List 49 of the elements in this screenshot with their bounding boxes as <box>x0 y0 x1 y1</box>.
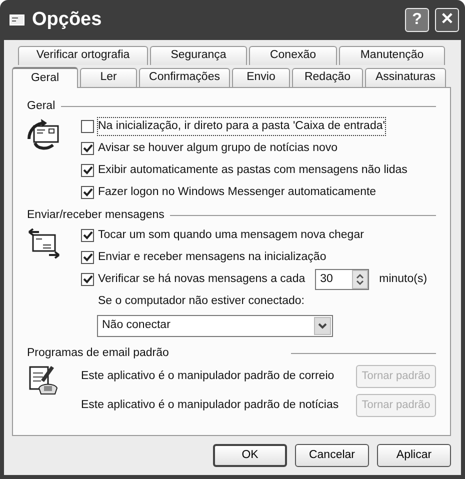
checkbox[interactable] <box>81 229 94 242</box>
checkbox[interactable] <box>81 142 94 155</box>
tab[interactable]: Manutenção <box>339 46 445 65</box>
checkbox-label: Na inicialização, ir direto para a pasta 'Caixa de entrada' <box>98 118 385 135</box>
section-title: Enviar/receber mensagens <box>27 208 164 224</box>
tab[interactable]: Ler <box>80 68 137 87</box>
checkbox[interactable] <box>81 120 94 133</box>
number-spinner[interactable]: 30 <box>315 269 370 290</box>
check-icon <box>82 164 93 176</box>
send-receive-icon <box>27 226 61 260</box>
close-button[interactable]: ✕ <box>435 8 459 32</box>
checkbox-label: Enviar e receber mensagens na inicialização <box>98 250 326 265</box>
unit-label: minuto(s) <box>379 272 428 287</box>
checkbox[interactable] <box>81 251 94 264</box>
handler-text: Este aplicativo é o manipulador padrão de notícias <box>81 398 339 413</box>
checkbox[interactable] <box>81 273 94 286</box>
tab[interactable]: Confirmações <box>139 68 230 87</box>
checkbox[interactable] <box>81 164 94 177</box>
check-icon <box>82 252 93 263</box>
check-icon <box>82 142 93 154</box>
help-button[interactable]: ? <box>405 8 429 32</box>
window-title: Opções <box>32 8 103 32</box>
checkbox[interactable] <box>81 186 94 199</box>
tab[interactable]: Verificar ortografia <box>18 46 148 65</box>
tab[interactable]: Assinaturas <box>365 68 446 87</box>
chevron-down-icon <box>318 322 327 328</box>
section-title: Geral <box>27 99 56 114</box>
checkbox-label: Exibir automaticamente as pastas com mensagens não lidas <box>98 162 408 178</box>
dialog-button[interactable]: OK <box>213 444 287 467</box>
check-icon <box>82 230 93 241</box>
mail-arrows-icon <box>27 117 61 152</box>
checkbox-label: Fazer logon no Windows Messenger automaticamente <box>98 184 376 200</box>
checkbox-label: Tocar um som quando uma mensagem nova chegar <box>98 228 364 243</box>
field-label: Se o computador não estiver conectado: <box>98 294 304 309</box>
dropdown[interactable]: Não conectar <box>97 314 333 336</box>
dialog-button[interactable]: Cancelar <box>295 444 369 467</box>
tab[interactable]: Conexão <box>249 46 337 65</box>
check-icon <box>82 186 93 198</box>
tab[interactable]: Geral <box>12 67 78 88</box>
handler-text: Este aplicativo é o manipulador padrão de correio <box>81 368 334 384</box>
check-icon <box>82 274 93 285</box>
tab[interactable]: Redação <box>292 68 363 87</box>
dialog-button[interactable]: Aplicar <box>377 444 451 467</box>
tab[interactable]: Segurança <box>150 46 247 65</box>
checkbox-label: Avisar se houver algum grupo de notícias novo <box>98 140 338 156</box>
section-title: Programas de email padrão <box>27 346 169 360</box>
spinner-arrows-icon <box>352 270 368 289</box>
checkbox-label: Verificar se há novas mensagens a cada <box>98 272 306 287</box>
tab[interactable]: Envio <box>232 68 290 87</box>
